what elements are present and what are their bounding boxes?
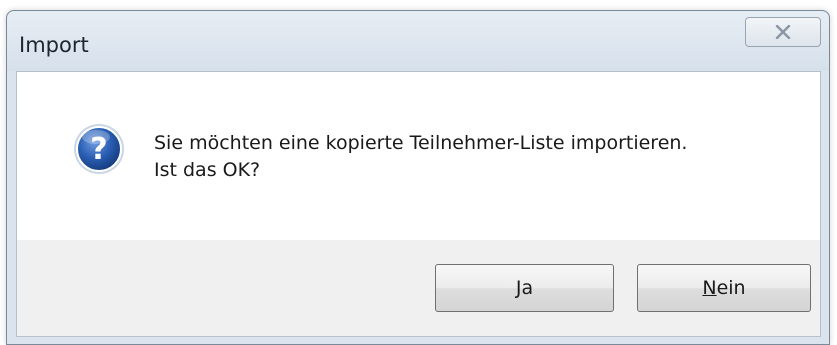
no-button-mnemonic: N (702, 277, 717, 299)
dialog-window: Import ? Sie möchten eine kopierte Teiln… (6, 10, 830, 345)
message-line-1: Sie möchten eine kopierte Teilnehmer-Lis… (154, 132, 688, 154)
no-button[interactable]: Nein (637, 264, 811, 312)
close-icon (775, 25, 791, 39)
svg-text:?: ? (90, 132, 107, 167)
message-line-2: Ist das OK? (154, 159, 261, 181)
message-text: Sie möchten eine kopierte Teilnehmer-Lis… (154, 130, 687, 184)
no-button-label: ein (716, 277, 746, 299)
yes-button-label: a (521, 277, 534, 299)
window-title: Import (19, 33, 89, 57)
message-area: ? Sie möchten eine kopierte Teilnehmer-L… (17, 72, 820, 240)
title-bar[interactable]: Import (7, 11, 829, 71)
question-icon: ? (74, 124, 124, 174)
dialog-body: ? Sie möchten eine kopierte Teilnehmer-L… (16, 71, 821, 337)
close-button[interactable] (745, 17, 821, 47)
yes-button[interactable]: Ja (435, 264, 614, 312)
